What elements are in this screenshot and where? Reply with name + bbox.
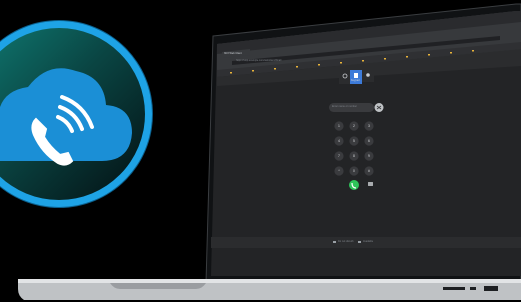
dial-key-digit: 9 [368, 154, 370, 158]
number-input-placeholder: Enter name or number [332, 105, 358, 108]
dial-key-digit: 5 [353, 139, 355, 143]
tab-title[interactable]: 3CX Web Client [224, 52, 242, 56]
dial-key-digit: 6 [368, 139, 370, 143]
dial-key-digit: 7 [338, 154, 340, 158]
laptop: 1 2 34 5 67 8 9* 0 # [18, 3, 521, 300]
address-text[interactable]: https://voip.example.com/webclient/#/cal… [236, 59, 281, 63]
marketing-scene: 1 2 3 4 5 6 7 8 9 * 0 # 3CX Web Client https://voip… [0, 0, 521, 302]
footer-available[interactable]: Available [363, 240, 373, 244]
call-button[interactable] [349, 180, 359, 190]
dial-key-digit: # [368, 169, 370, 173]
dial-key-digit: 1 [338, 124, 340, 128]
footer-dnd[interactable]: Do not disturb [338, 240, 354, 244]
dial-key-digit: 8 [353, 154, 355, 158]
dial-key-digit: 0 [353, 169, 355, 173]
dial-key-digit: 4 [338, 139, 340, 143]
contacts-icon [366, 73, 370, 77]
keypad-icon [354, 73, 358, 78]
more-button[interactable] [368, 182, 373, 186]
keypad-tab-label[interactable]: Keypad [351, 79, 359, 83]
dial-key-digit: 2 [353, 124, 355, 128]
dial-key-digit: 3 [368, 124, 370, 128]
